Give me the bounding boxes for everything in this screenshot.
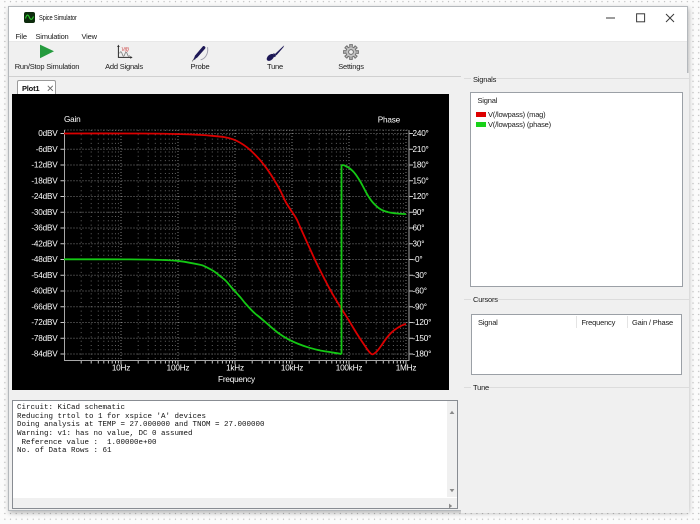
svg-text:-180°: -180° (413, 350, 432, 359)
svg-text:210°: 210° (413, 145, 429, 154)
svg-text:-78dBV: -78dBV (31, 334, 58, 343)
svg-text:-42dBV: -42dBV (31, 239, 58, 248)
svg-text:0dBV: 0dBV (38, 129, 58, 138)
svg-text:180°: 180° (413, 161, 429, 170)
svg-text:240°: 240° (413, 129, 429, 138)
svg-text:-30dBV: -30dBV (31, 208, 58, 217)
svg-text:100kHz: 100kHz (336, 364, 363, 373)
svg-text:100Hz: 100Hz (167, 364, 190, 373)
svg-text:-72dBV: -72dBV (31, 318, 58, 327)
svg-text:120°: 120° (413, 192, 429, 201)
svg-text:-60°: -60° (413, 287, 427, 296)
svg-text:30°: 30° (413, 239, 425, 248)
svg-text:Phase: Phase (378, 116, 401, 125)
svg-text:-18dBV: -18dBV (31, 176, 58, 185)
svg-text:-60dBV: -60dBV (31, 287, 58, 296)
svg-text:10kHz: 10kHz (281, 364, 303, 373)
svg-text:10Hz: 10Hz (112, 364, 130, 373)
svg-text:-120°: -120° (413, 318, 432, 327)
svg-text:Frequency: Frequency (218, 375, 256, 384)
svg-text:V(t): V(t) (121, 47, 129, 53)
svg-text:-48dBV: -48dBV (31, 255, 58, 264)
svg-text:60°: 60° (413, 224, 425, 233)
svg-text:-150°: -150° (413, 334, 432, 343)
svg-text:-66dBV: -66dBV (31, 302, 58, 311)
svg-text:-84dBV: -84dBV (31, 350, 58, 359)
svg-text:1kHz: 1kHz (226, 364, 244, 373)
svg-text:-0°: -0° (413, 255, 423, 264)
svg-text:1MHz: 1MHz (396, 364, 417, 373)
svg-text:Gain: Gain (64, 115, 81, 124)
svg-text:-30°: -30° (413, 271, 427, 280)
svg-text:-90°: -90° (413, 302, 427, 311)
svg-text:-24dBV: -24dBV (31, 192, 58, 201)
svg-text:150°: 150° (413, 176, 429, 185)
svg-text:90°: 90° (413, 208, 425, 217)
svg-text:-12dBV: -12dBV (31, 161, 58, 170)
svg-text:-6dBV: -6dBV (36, 145, 58, 154)
svg-text:-36dBV: -36dBV (31, 224, 58, 233)
svg-text:-54dBV: -54dBV (31, 271, 58, 280)
